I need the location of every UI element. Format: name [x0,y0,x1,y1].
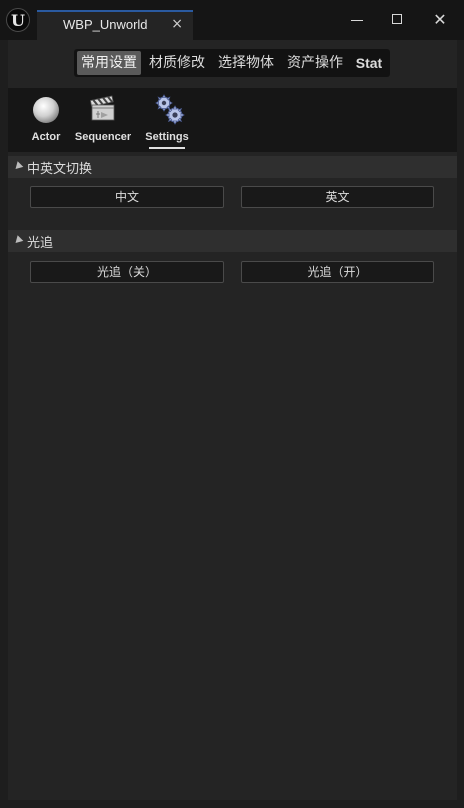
tab-title: WBP_Unworld [63,17,148,32]
toolbar: Actor Sequencer Settings [8,88,457,152]
document-tab[interactable]: WBP_Unworld × [37,10,193,40]
chinese-button[interactable]: 中文 [30,186,224,208]
unreal-logo-icon: U [6,8,30,32]
toolbar-actor-button[interactable]: Actor [16,88,76,152]
toolbar-actor-label: Actor [31,131,61,143]
toolbar-settings-button[interactable]: Settings [138,88,196,152]
collapse-arrow-icon[interactable] [12,161,24,172]
section-raytracing-header[interactable]: 光追 [8,230,457,252]
window-frame-right [457,40,464,808]
gears-icon [155,94,185,125]
minimize-button[interactable] [346,8,370,32]
raytracing-off-button[interactable]: 光追（关） [30,261,224,283]
clapperboard-icon [89,95,115,121]
close-icon: ✕ [433,10,447,29]
selected-tab-underline [149,147,185,149]
tab-material-edit[interactable]: 材质修改 [144,51,210,75]
window-frame-bottom [0,800,464,808]
tab-stat[interactable]: Stat [351,51,387,75]
tab-select-objects[interactable]: 选择物体 [213,51,279,75]
close-window-button[interactable]: ✕ [428,8,452,32]
toolbar-settings-label: Settings [145,131,189,143]
minimize-icon [351,20,363,21]
collapse-arrow-icon[interactable] [12,235,24,246]
title-bar: U WBP_Unworld × ✕ [0,0,464,40]
section-language-toggle-header[interactable]: 中英文切换 [8,156,457,178]
maximize-icon [392,14,402,24]
section-title: 光追 [27,236,54,251]
section-title: 中英文切换 [27,162,93,177]
tab-close-icon[interactable]: × [171,16,183,32]
window-frame-left [0,40,8,808]
tab-asset-operations[interactable]: 资产操作 [282,51,348,75]
english-button[interactable]: 英文 [241,186,434,208]
sphere-icon [33,97,59,123]
category-tab-bar: 常用设置 材质修改 选择物体 资产操作 Stat [74,49,390,77]
toolbar-sequencer-label: Sequencer [74,131,132,143]
toolbar-sequencer-button[interactable]: Sequencer [72,88,134,152]
raytracing-on-button[interactable]: 光追（开） [241,261,434,283]
maximize-button[interactable] [386,8,410,32]
tab-common-settings[interactable]: 常用设置 [77,51,141,75]
